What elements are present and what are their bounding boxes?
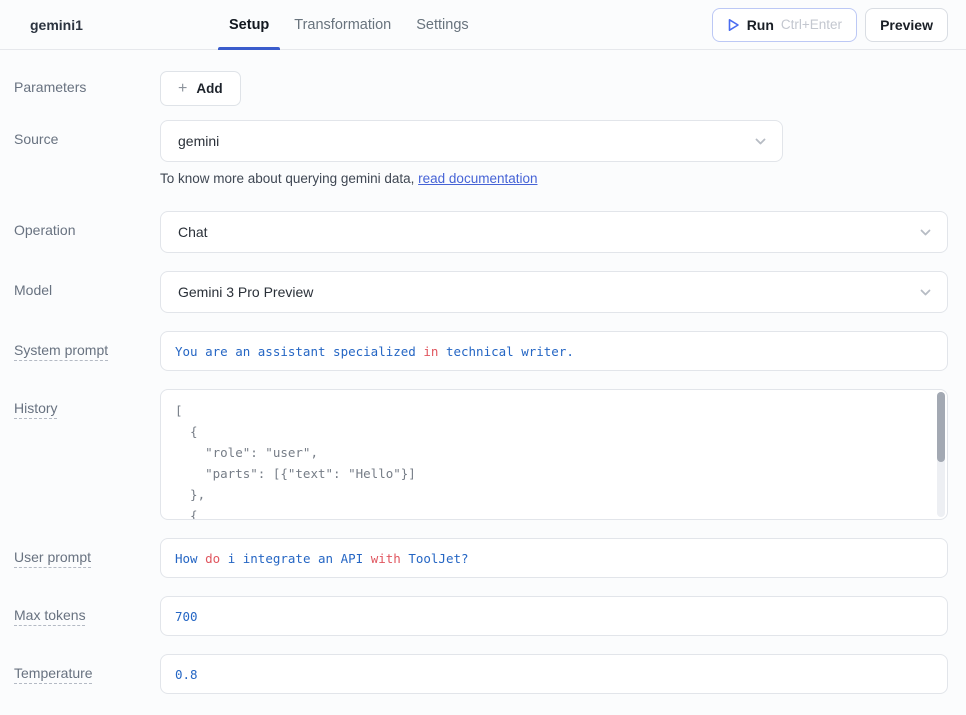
tab-transformation[interactable]: Transformation (283, 0, 402, 49)
query-editor-header: gemini1 Setup Transformation Settings Ru… (0, 0, 966, 50)
history-scrollbar-thumb[interactable] (937, 392, 945, 462)
header-actions: Run Ctrl+Enter Preview (712, 8, 948, 42)
preview-button[interactable]: Preview (865, 8, 948, 42)
play-icon (727, 18, 740, 32)
operation-select-value: Chat (178, 224, 918, 240)
tab-bar: Setup Transformation Settings (218, 0, 480, 49)
add-parameter-button[interactable]: + Add (160, 71, 241, 106)
temperature-label: Temperature (14, 654, 160, 694)
history-row: History [ { "role": "user", "parts": [{"… (14, 389, 948, 520)
chevron-down-icon (918, 285, 933, 300)
preview-label: Preview (880, 17, 933, 33)
operation-row: Operation Chat (14, 211, 948, 253)
tab-settings[interactable]: Settings (405, 0, 479, 49)
plus-icon: + (178, 81, 187, 97)
system-prompt-row: System prompt You are an assistant speci… (14, 331, 948, 371)
max-tokens-row: Max tokens 700 (14, 596, 948, 636)
history-label: History (14, 389, 160, 520)
source-help-text: To know more about querying gemini data,… (160, 171, 948, 186)
history-input[interactable]: [ { "role": "user", "parts": [{"text": "… (160, 389, 948, 520)
system-prompt-input[interactable]: You are an assistant specialized in tech… (160, 331, 948, 371)
parameters-row: Parameters + Add (14, 71, 948, 106)
model-select[interactable]: Gemini 3 Pro Preview (160, 271, 948, 313)
run-button[interactable]: Run Ctrl+Enter (712, 8, 857, 42)
model-select-value: Gemini 3 Pro Preview (178, 284, 918, 300)
source-select[interactable]: gemini (160, 120, 783, 162)
history-code: [ { "role": "user", "parts": [{"text": "… (175, 400, 927, 520)
run-label: Run (747, 17, 774, 33)
user-prompt-label: User prompt (14, 538, 160, 578)
max-tokens-input[interactable]: 700 (160, 596, 948, 636)
model-row: Model Gemini 3 Pro Preview (14, 271, 948, 313)
parameters-label: Parameters (14, 71, 160, 106)
operation-label: Operation (14, 211, 160, 253)
tab-setup[interactable]: Setup (218, 0, 280, 49)
operation-select[interactable]: Chat (160, 211, 948, 253)
model-label: Model (14, 271, 160, 313)
system-prompt-label: System prompt (14, 331, 160, 371)
chevron-down-icon (753, 134, 768, 149)
query-name[interactable]: gemini1 (30, 17, 83, 33)
source-label: Source (14, 120, 160, 186)
temperature-row: Temperature 0.8 (14, 654, 948, 694)
source-row: Source gemini To know more about queryin… (14, 120, 948, 186)
chevron-down-icon (918, 225, 933, 240)
history-scrollbar[interactable] (937, 392, 945, 517)
temperature-input[interactable]: 0.8 (160, 654, 948, 694)
source-select-value: gemini (178, 133, 753, 149)
user-prompt-row: User prompt How do i integrate an API wi… (14, 538, 948, 578)
add-parameter-label: Add (196, 81, 222, 96)
query-setup-form: Parameters + Add Source gemini To know m… (0, 50, 966, 694)
run-shortcut: Ctrl+Enter (781, 17, 842, 32)
user-prompt-input[interactable]: How do i integrate an API with ToolJet? (160, 538, 948, 578)
read-documentation-link[interactable]: read documentation (418, 171, 537, 186)
max-tokens-label: Max tokens (14, 596, 160, 636)
